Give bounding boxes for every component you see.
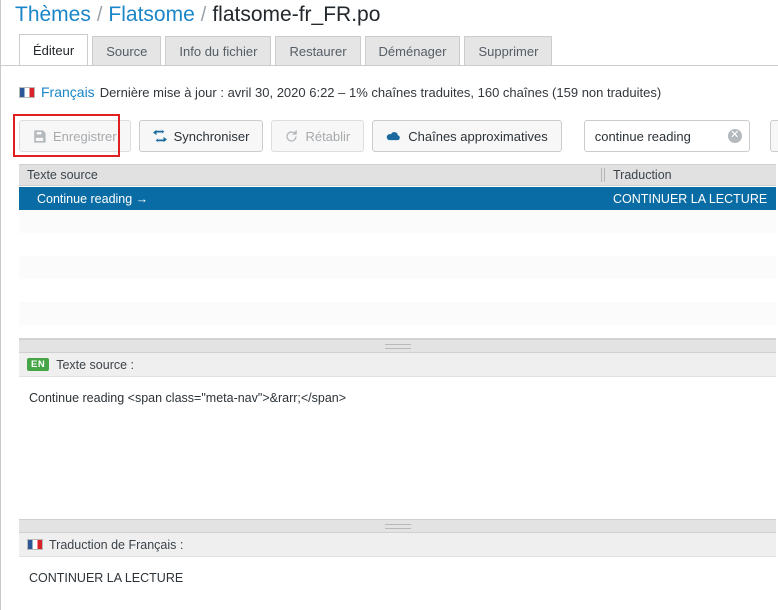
- strings-table-body[interactable]: Continue reading → CONTINUER LA LECTURE: [19, 187, 776, 339]
- file-status-line: Français Dernière mise à jour : avril 30…: [19, 80, 661, 104]
- status-text: Dernière mise à jour : avril 30, 2020 6:…: [99, 84, 662, 100]
- floppy-disk-icon: [33, 129, 46, 143]
- table-row-empty: [19, 302, 776, 325]
- pilcrow-button[interactable]: ¶: [769, 120, 778, 152]
- breadcrumb: Thèmes / Flatsome / flatsome-fr_FR.po: [15, 0, 380, 30]
- strings-table-header: Texte source Traduction: [19, 164, 776, 186]
- tab-restaurer[interactable]: Restaurer: [275, 36, 361, 65]
- sync-arrows-icon: [152, 129, 167, 143]
- source-panel-title: Texte source :: [56, 357, 135, 372]
- source-panel-header: EN Texte source :: [19, 353, 776, 377]
- table-row[interactable]: Continue reading → CONTINUER LA LECTURE: [19, 187, 776, 210]
- search-field: ✕: [583, 120, 750, 152]
- language-link[interactable]: Français: [41, 84, 95, 100]
- row-translation-text: CONTINUER LA LECTURE: [613, 191, 768, 206]
- editor-toolbar: Enregistrer Synchroniser Rétablir Chaîne…: [19, 119, 778, 153]
- tab-strip-divider: [1, 65, 778, 66]
- tab-editeur[interactable]: Éditeur: [19, 34, 89, 65]
- refresh-icon: [285, 129, 298, 143]
- source-resize-splitter[interactable]: [19, 519, 776, 533]
- breadcrumb-item-flatsome[interactable]: Flatsome: [108, 3, 194, 27]
- tab-bar: Éditeur Source Info du fichier Restaurer…: [19, 34, 556, 65]
- column-header-source[interactable]: Texte source: [19, 168, 601, 182]
- table-row-empty: [19, 233, 776, 256]
- save-button[interactable]: Enregistrer: [19, 120, 131, 152]
- breadcrumb-item-themes[interactable]: Thèmes: [15, 3, 91, 27]
- breadcrumb-item-file: flatsome-fr_FR.po: [212, 3, 381, 26]
- list-resize-splitter[interactable]: [19, 339, 776, 353]
- fuzzy-strings-button-label: Chaînes approximatives: [408, 128, 548, 144]
- table-row-empty: [19, 210, 776, 233]
- translation-panel-title: Traduction de Français :: [49, 537, 184, 552]
- revert-button-label: Rétablir: [305, 128, 351, 144]
- translation-text-editor[interactable]: CONTINUER LA LECTURE: [19, 557, 776, 610]
- france-flag-icon: [27, 539, 43, 550]
- save-button-label: Enregistrer: [53, 128, 117, 144]
- loco-translate-editor-page: Thèmes / Flatsome / flatsome-fr_FR.po Éd…: [0, 0, 778, 610]
- table-row-empty: [19, 279, 776, 302]
- search-input[interactable]: [583, 120, 750, 152]
- clear-circle-icon[interactable]: ✕: [727, 129, 742, 143]
- breadcrumb-separator: /: [96, 3, 103, 26]
- fuzzy-strings-button[interactable]: Chaînes approximatives: [372, 120, 562, 152]
- table-row-empty: [19, 256, 776, 279]
- tab-source[interactable]: Source: [92, 36, 162, 65]
- translation-panel-header: Traduction de Français :: [19, 533, 776, 557]
- language-badge-en: EN: [27, 358, 50, 371]
- source-text-content: Continue reading <span class="meta-nav">…: [19, 377, 776, 519]
- tab-supprimer[interactable]: Supprimer: [464, 36, 553, 65]
- sync-button-label: Synchroniser: [173, 128, 250, 144]
- column-header-translation[interactable]: Traduction: [605, 168, 672, 182]
- row-source-text: Continue reading →: [37, 191, 149, 206]
- resize-grip-icon: [384, 523, 411, 529]
- tab-demenager[interactable]: Déménager: [364, 36, 461, 65]
- france-flag-icon: [19, 86, 35, 98]
- breadcrumb-separator: /: [200, 3, 207, 26]
- cloud-icon: [386, 130, 401, 142]
- tab-info-du-fichier[interactable]: Info du fichier: [165, 36, 272, 65]
- resize-grip-icon: [384, 343, 411, 349]
- table-row-empty: [19, 325, 776, 338]
- revert-button[interactable]: Rétablir: [271, 120, 365, 152]
- sync-button[interactable]: Synchroniser: [138, 120, 264, 152]
